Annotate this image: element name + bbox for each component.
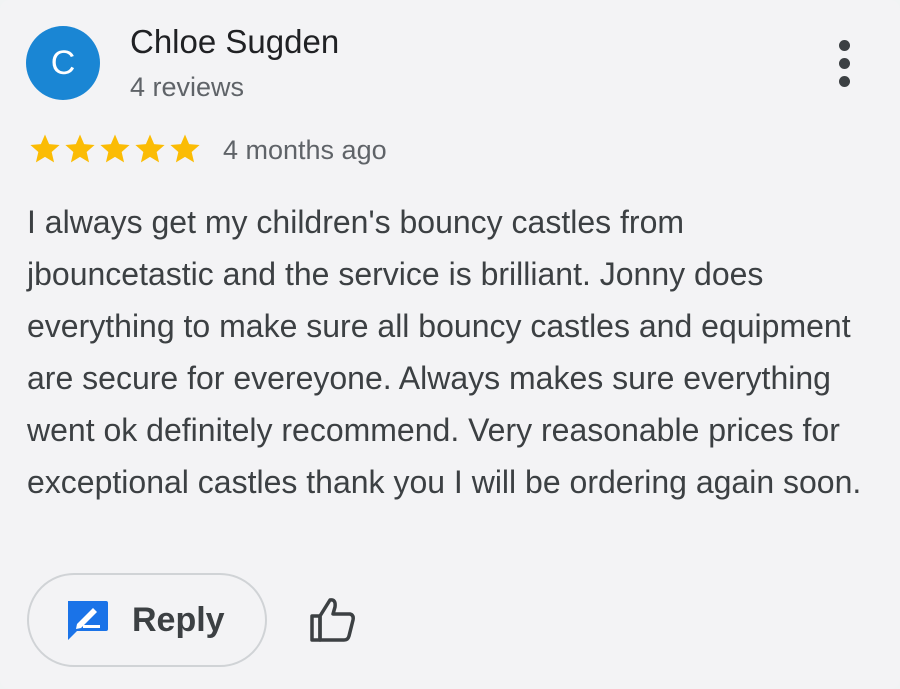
review-card: C Chloe Sugden 4 reviews 4 months ago I … <box>0 0 900 689</box>
review-date: 4 months ago <box>223 135 387 165</box>
reply-button[interactable]: Reply <box>27 573 267 667</box>
star-icon <box>98 132 132 166</box>
thumbs-up-icon <box>306 594 358 646</box>
avatar-letter: C <box>50 43 76 82</box>
more-options-button[interactable] <box>822 36 866 90</box>
more-vert-icon-dot <box>838 75 850 87</box>
star-icon <box>63 132 97 166</box>
author-review-count: 4 reviews <box>130 72 245 102</box>
reply-label: Reply <box>132 600 225 639</box>
review-text: I always get my children's bouncy castle… <box>27 204 862 500</box>
reply-edit-icon <box>64 598 110 642</box>
star-icon <box>133 132 167 166</box>
author-name[interactable]: Chloe Sugden <box>130 20 339 64</box>
avatar[interactable]: C <box>26 26 100 100</box>
star-icon <box>168 132 202 166</box>
more-vert-icon-dot <box>838 39 850 51</box>
like-button[interactable] <box>306 594 358 646</box>
star-icon <box>28 132 62 166</box>
more-vert-icon-dot <box>838 57 850 69</box>
star-rating <box>28 132 202 166</box>
